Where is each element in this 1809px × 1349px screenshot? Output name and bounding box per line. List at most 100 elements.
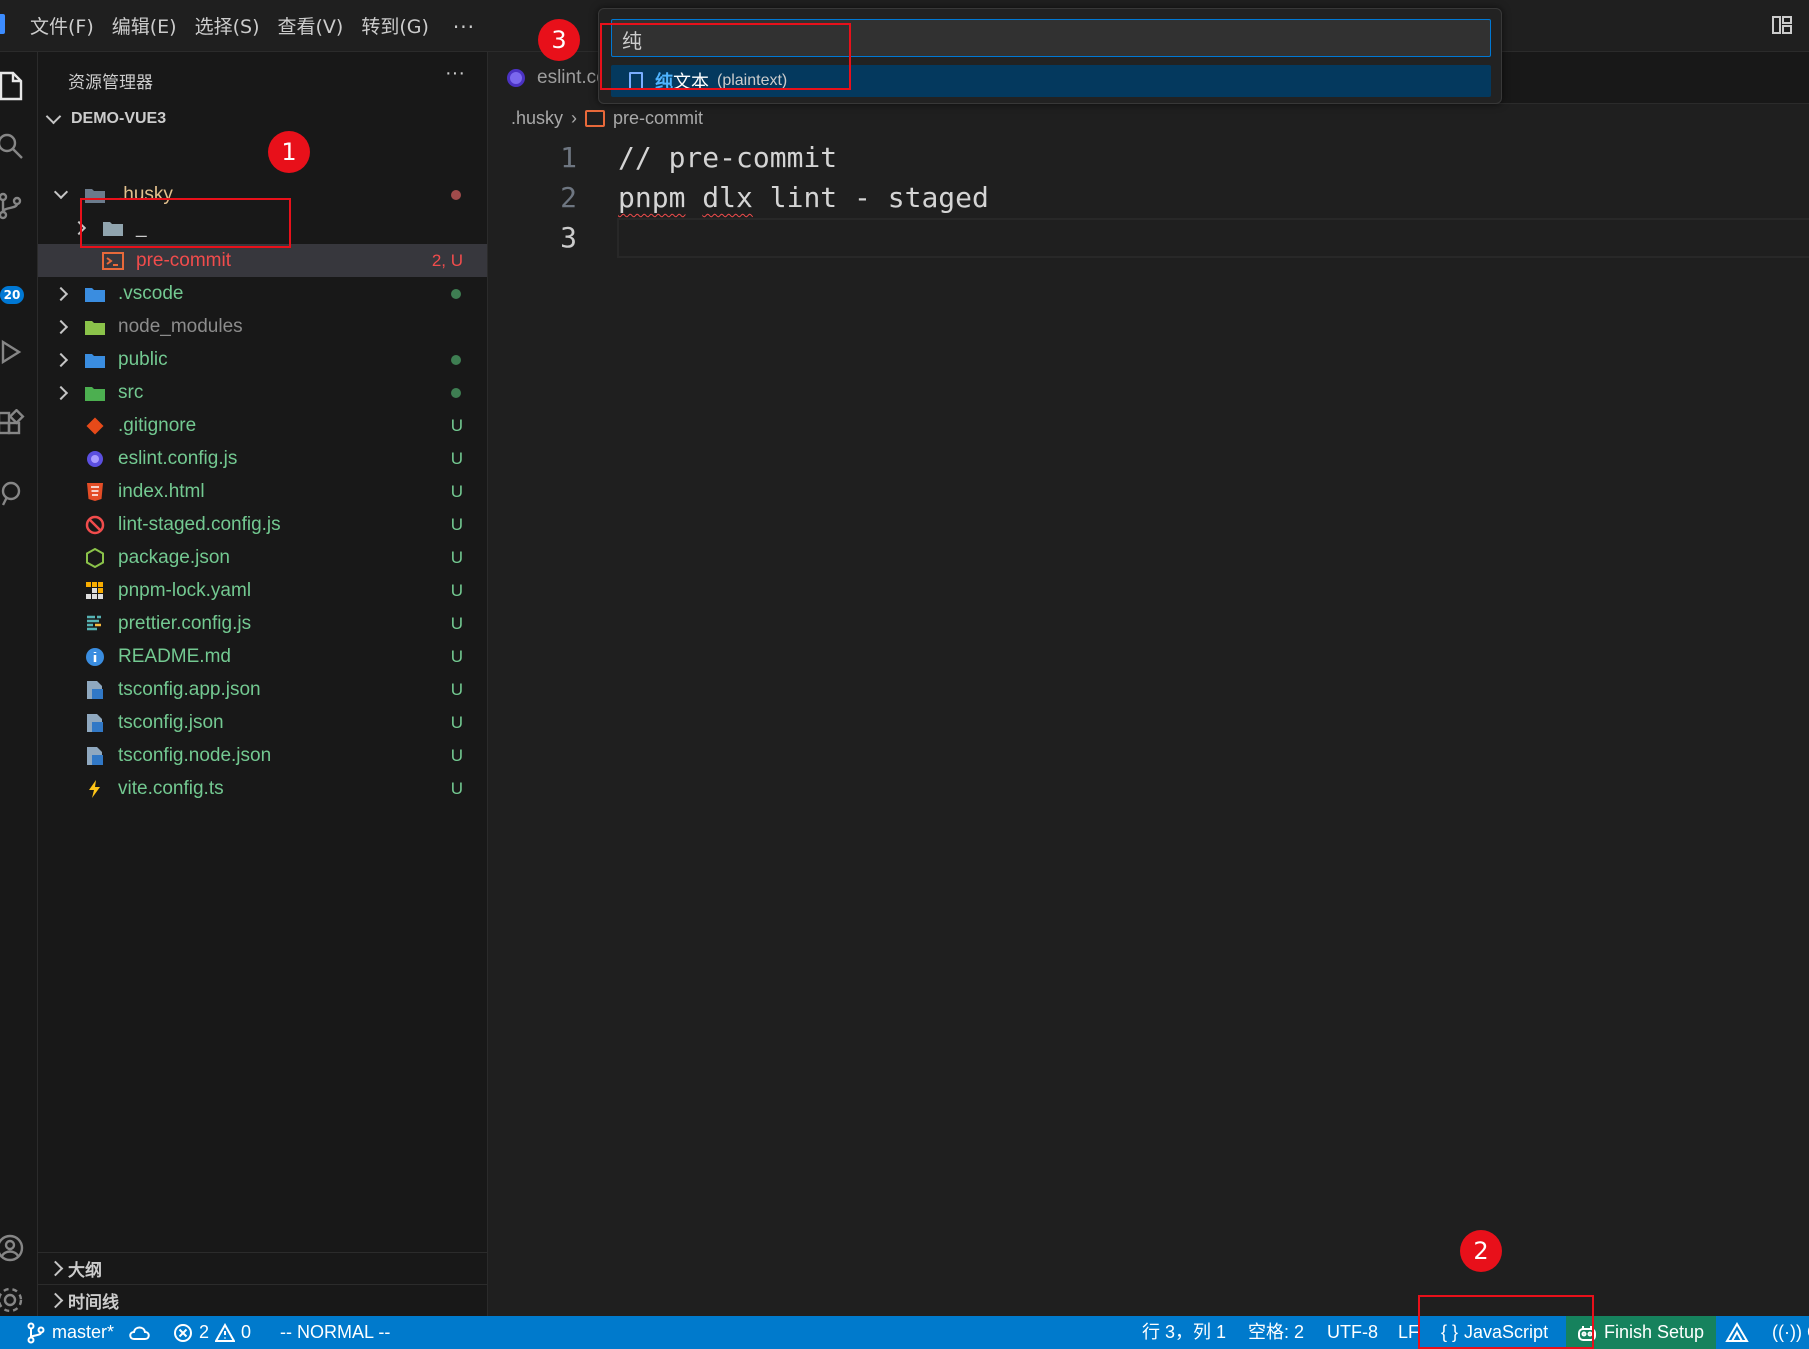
tree-item-label: .gitignore (118, 414, 197, 436)
encoding-status[interactable]: UTF-8 (1327, 1316, 1378, 1349)
code-line[interactable]: 1 // pre-commit (489, 138, 1809, 178)
tree-item[interactable]: tsconfig.node.json U (38, 739, 487, 772)
lint-staged-icon (84, 515, 106, 535)
tree-item-label: vite.config.ts (118, 777, 224, 799)
notifications-icon[interactable] (1724, 1316, 1750, 1349)
account-icon[interactable] (0, 1228, 30, 1268)
tree-item[interactable]: vite.config.ts U (38, 772, 487, 805)
chevron-down-icon[interactable] (53, 184, 69, 199)
chevron-right-icon[interactable] (53, 385, 69, 400)
problems-status[interactable]: 2 0 (173, 1316, 251, 1349)
tree-item[interactable]: .gitignore U (38, 409, 487, 442)
eol-status[interactable]: LF (1398, 1316, 1419, 1349)
chevron-right-icon[interactable] (53, 286, 69, 301)
git-status-badge: U (450, 745, 463, 765)
tree-item[interactable]: node_modules (38, 310, 487, 343)
terminal-file-icon (585, 110, 606, 127)
git-status-badge: U (450, 580, 463, 600)
vite-icon (84, 779, 106, 799)
git-status-badge: U (450, 778, 463, 798)
tree-item-label: README.md (118, 645, 231, 667)
chevron-down-icon (45, 108, 62, 124)
pnpm-icon (84, 581, 106, 601)
project-root[interactable]: DEMO-VUE3 (45, 108, 166, 128)
prettier-icon (84, 614, 106, 634)
chevron-right-icon[interactable] (53, 352, 69, 367)
tree-item[interactable]: prettier.config.js U (38, 607, 487, 640)
annotation-badge-1: 1 (268, 131, 310, 173)
explorer-icon[interactable] (0, 66, 30, 106)
tree-item[interactable]: pnpm-lock.yaml U (38, 574, 487, 607)
git-icon (84, 416, 106, 436)
tsconfig-icon (84, 746, 106, 766)
tree-item[interactable]: tsconfig.json U (38, 706, 487, 739)
breadcrumb-folder[interactable]: .husky (511, 108, 563, 129)
branch-status[interactable]: master* (26, 1316, 114, 1349)
nodejs-icon (84, 547, 106, 568)
tree-item-label: src (118, 381, 144, 403)
tree-item-label: tsconfig.node.json (118, 744, 272, 766)
timeline-label: 时间线 (68, 1293, 119, 1313)
breadcrumb-chevron-icon: › (571, 108, 578, 128)
tree-item-label: pre-commit (136, 249, 232, 271)
cloud-sync-icon (129, 1326, 150, 1340)
tree-item[interactable]: public (38, 343, 487, 376)
terminal-file-icon (102, 251, 124, 271)
git-status-dot-icon (451, 189, 461, 200)
annotation-box-2 (1418, 1295, 1594, 1349)
broadcast-status[interactable]: ((·)) C (1772, 1316, 1809, 1349)
git-status-dot-icon (451, 387, 461, 398)
error-icon (174, 1323, 192, 1342)
tree-item-label: tsconfig.json (118, 711, 224, 733)
source-control-icon[interactable] (0, 186, 30, 226)
warning-count: 0 (241, 1322, 252, 1342)
outline-panel[interactable]: 大纲 (38, 1252, 487, 1284)
tree-item[interactable]: index.html U (38, 475, 487, 508)
tree-item-label: tsconfig.app.json (118, 678, 261, 700)
folder-src-icon (84, 383, 106, 403)
tree-item-label: public (118, 348, 168, 370)
vim-mode-status: -- NORMAL -- (280, 1322, 391, 1342)
cursor-position-status[interactable]: 行 3，列 1 (1142, 1316, 1226, 1349)
editor-area: eslint.co .husky › pre-commit 1 // pre-c… (489, 52, 1809, 1316)
git-status-dot-icon (451, 354, 461, 365)
activity-bar: 20 VU (0, 52, 38, 1316)
run-debug-icon[interactable] (0, 332, 30, 372)
menu-go[interactable]: 转到(G) (355, 12, 441, 40)
chevron-right-icon (47, 1292, 64, 1309)
chevron-right-icon[interactable] (53, 319, 69, 334)
timeline-panel[interactable]: 时间线 (38, 1284, 487, 1316)
tree-item-label: prettier.config.js (118, 612, 252, 634)
tree-item[interactable]: package.json U (38, 541, 487, 574)
tree-item[interactable]: src (38, 376, 487, 409)
breadcrumb-file[interactable]: pre-commit (613, 108, 703, 129)
git-status-badge: 2, U (431, 250, 463, 270)
settings-gear-icon[interactable] (0, 1280, 30, 1316)
code-line[interactable]: 2 pnpm dlx lint - staged (489, 178, 1809, 218)
code-comment: // pre-commit (618, 141, 838, 174)
menu-more-button[interactable]: ··· (441, 12, 487, 40)
explorer-more-button[interactable]: ··· (445, 62, 465, 85)
menu-file[interactable]: 文件(F) (24, 12, 106, 40)
code-line[interactable]: 3 (489, 218, 1809, 258)
git-status-dot-icon (451, 288, 461, 299)
menu-view[interactable]: 查看(V) (272, 12, 356, 40)
breadcrumb: .husky › pre-commit (511, 108, 703, 129)
tree-item[interactable]: tsconfig.app.json U (38, 673, 487, 706)
annotation-box-3 (600, 23, 851, 90)
git-status-badge: U (450, 481, 463, 501)
search-icon[interactable] (0, 126, 30, 166)
tree-item[interactable]: .vscode (38, 277, 487, 310)
tree-item[interactable]: lint-staged.config.js U (38, 508, 487, 541)
remote-explorer-icon[interactable] (0, 474, 30, 514)
menu-edit[interactable]: 编辑(E) (106, 12, 189, 40)
layout-toggle-icon[interactable] (1771, 14, 1793, 36)
extensions-icon[interactable] (0, 404, 30, 444)
menu-selection[interactable]: 选择(S) (189, 12, 272, 40)
tree-item[interactable]: README.md U (38, 640, 487, 673)
tree-item[interactable]: pre-commit 2, U (38, 244, 487, 277)
tree-item[interactable]: eslint.config.js U (38, 442, 487, 475)
indentation-status[interactable]: 空格: 2 (1248, 1316, 1304, 1349)
sync-status[interactable] (128, 1316, 152, 1349)
